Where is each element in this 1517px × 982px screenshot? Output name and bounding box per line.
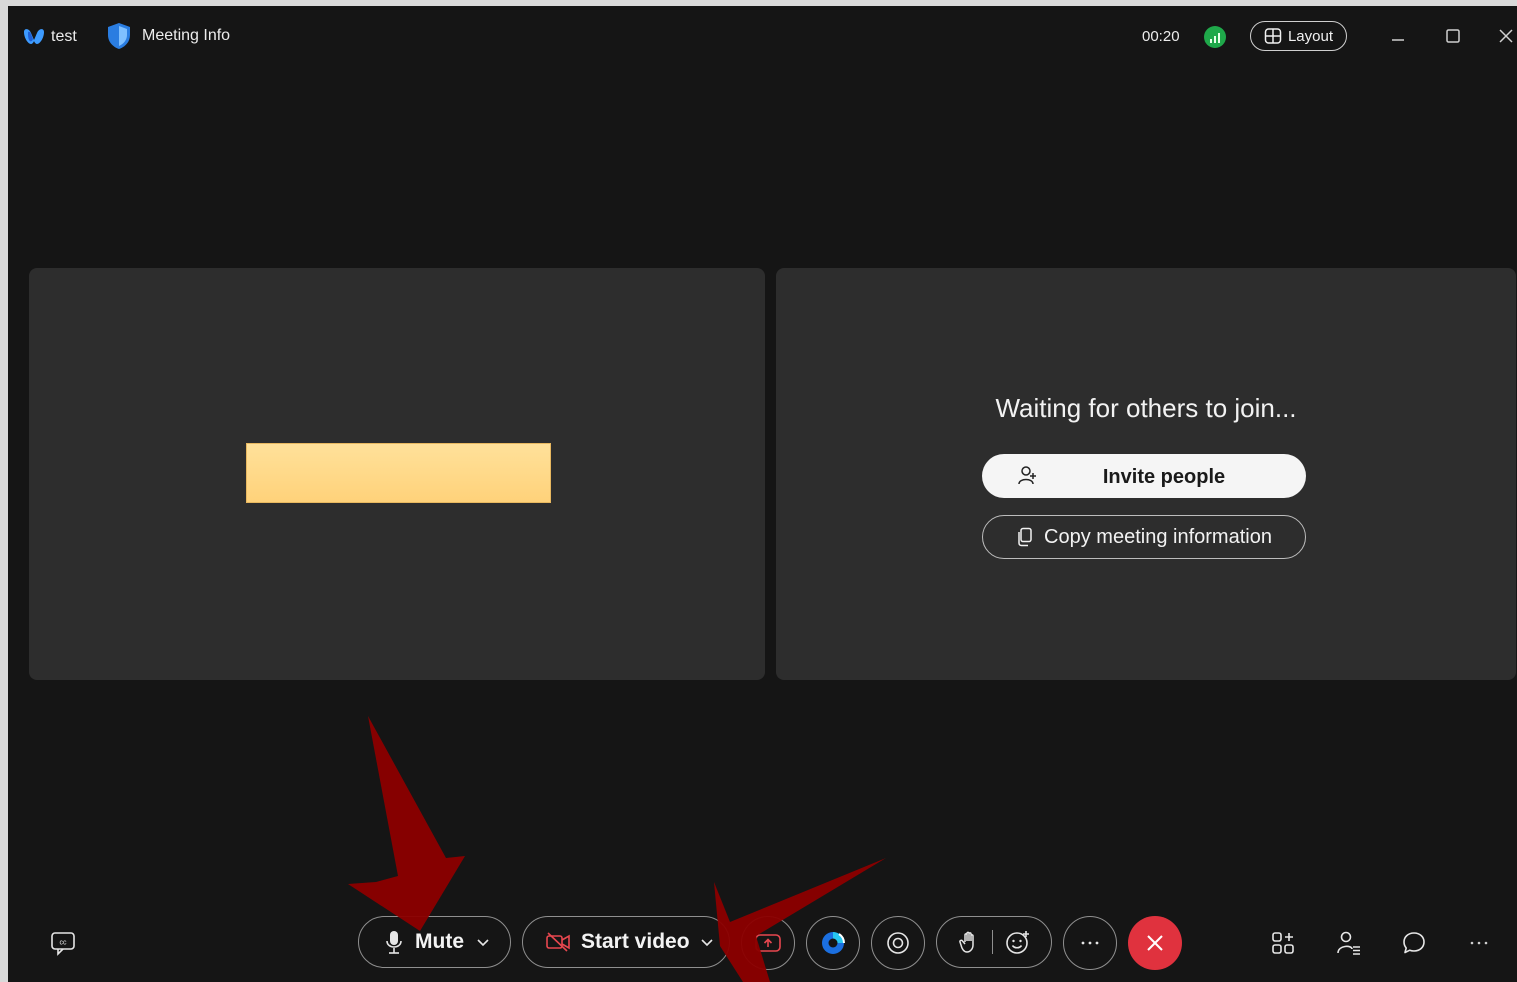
- arrow-to-mute: [348, 716, 465, 931]
- start-video-button[interactable]: Start video: [522, 916, 730, 968]
- microphone-icon: [386, 931, 402, 954]
- grid-layout-icon: [1264, 28, 1282, 44]
- shield-icon: [108, 23, 130, 49]
- invite-people-button[interactable]: Invite people: [982, 454, 1306, 498]
- waiting-tile: Waiting for others to join... Invite peo…: [776, 268, 1516, 680]
- ai-assistant-icon: [822, 932, 845, 954]
- maximize-button[interactable]: [1441, 24, 1465, 48]
- layout-label: Layout: [1287, 27, 1334, 45]
- redacted-name: [246, 443, 551, 503]
- closed-captions-icon: cc: [51, 932, 75, 956]
- copy-meeting-info-label: Copy meeting information: [1044, 525, 1272, 548]
- svg-text:cc: cc: [60, 940, 68, 947]
- video-off-icon: [546, 932, 570, 952]
- captions-button[interactable]: cc: [48, 928, 78, 958]
- divider: [991, 930, 993, 954]
- record-button[interactable]: [871, 916, 925, 970]
- meeting-window: test Meeting Info 00:20 Layout Waiting f…: [8, 6, 1517, 982]
- ai-assistant-button[interactable]: [806, 916, 860, 970]
- layout-button[interactable]: Layout: [1250, 21, 1347, 51]
- minimize-icon: [1392, 39, 1404, 41]
- title-bar: test Meeting Info 00:20 Layout: [8, 6, 1517, 68]
- share-screen-icon: [755, 934, 781, 952]
- more-options-button[interactable]: [1063, 916, 1117, 970]
- more-icon: [1081, 941, 1099, 945]
- meeting-timer: 00:20: [1142, 28, 1180, 45]
- apps-icon: [1272, 932, 1294, 954]
- chevron-down-icon[interactable]: [700, 935, 714, 949]
- mute-button[interactable]: Mute: [358, 916, 511, 968]
- more-icon: [1470, 941, 1488, 945]
- share-button[interactable]: [741, 916, 795, 970]
- meeting-info-button[interactable]: Meeting Info: [106, 22, 230, 50]
- end-call-icon: [1147, 935, 1163, 951]
- close-icon: [1499, 29, 1513, 43]
- self-video-tile: [29, 268, 765, 680]
- reaction-icon[interactable]: [1005, 929, 1031, 955]
- reactions-group: [936, 916, 1052, 968]
- meeting-info-label: Meeting Info: [142, 27, 231, 44]
- webex-logo-icon: [24, 29, 44, 44]
- chevron-down-icon[interactable]: [476, 935, 490, 949]
- more-menu-button[interactable]: [1464, 928, 1494, 958]
- raise-hand-icon[interactable]: [958, 930, 980, 954]
- end-call-button[interactable]: [1128, 916, 1182, 970]
- waiting-message: Waiting for others to join...: [995, 393, 1297, 423]
- meeting-title: test: [51, 28, 77, 45]
- chat-icon: [1403, 932, 1425, 954]
- record-icon: [887, 932, 909, 954]
- start-video-label: Start video: [581, 930, 690, 953]
- invite-people-label: Invite people: [1102, 466, 1226, 488]
- maximize-icon: [1446, 29, 1460, 43]
- minimize-button[interactable]: [1386, 24, 1410, 48]
- arrow-to-start-video: [714, 858, 886, 982]
- participants-icon: [1337, 931, 1360, 955]
- close-button[interactable]: [1494, 24, 1517, 48]
- copy-icon: [1018, 527, 1032, 547]
- apps-button[interactable]: [1269, 928, 1299, 958]
- chat-button[interactable]: [1399, 928, 1429, 958]
- participants-button[interactable]: [1334, 928, 1364, 958]
- copy-meeting-info-button[interactable]: Copy meeting information: [982, 515, 1306, 559]
- network-signal-icon: [1204, 26, 1226, 48]
- mute-label: Mute: [415, 930, 464, 953]
